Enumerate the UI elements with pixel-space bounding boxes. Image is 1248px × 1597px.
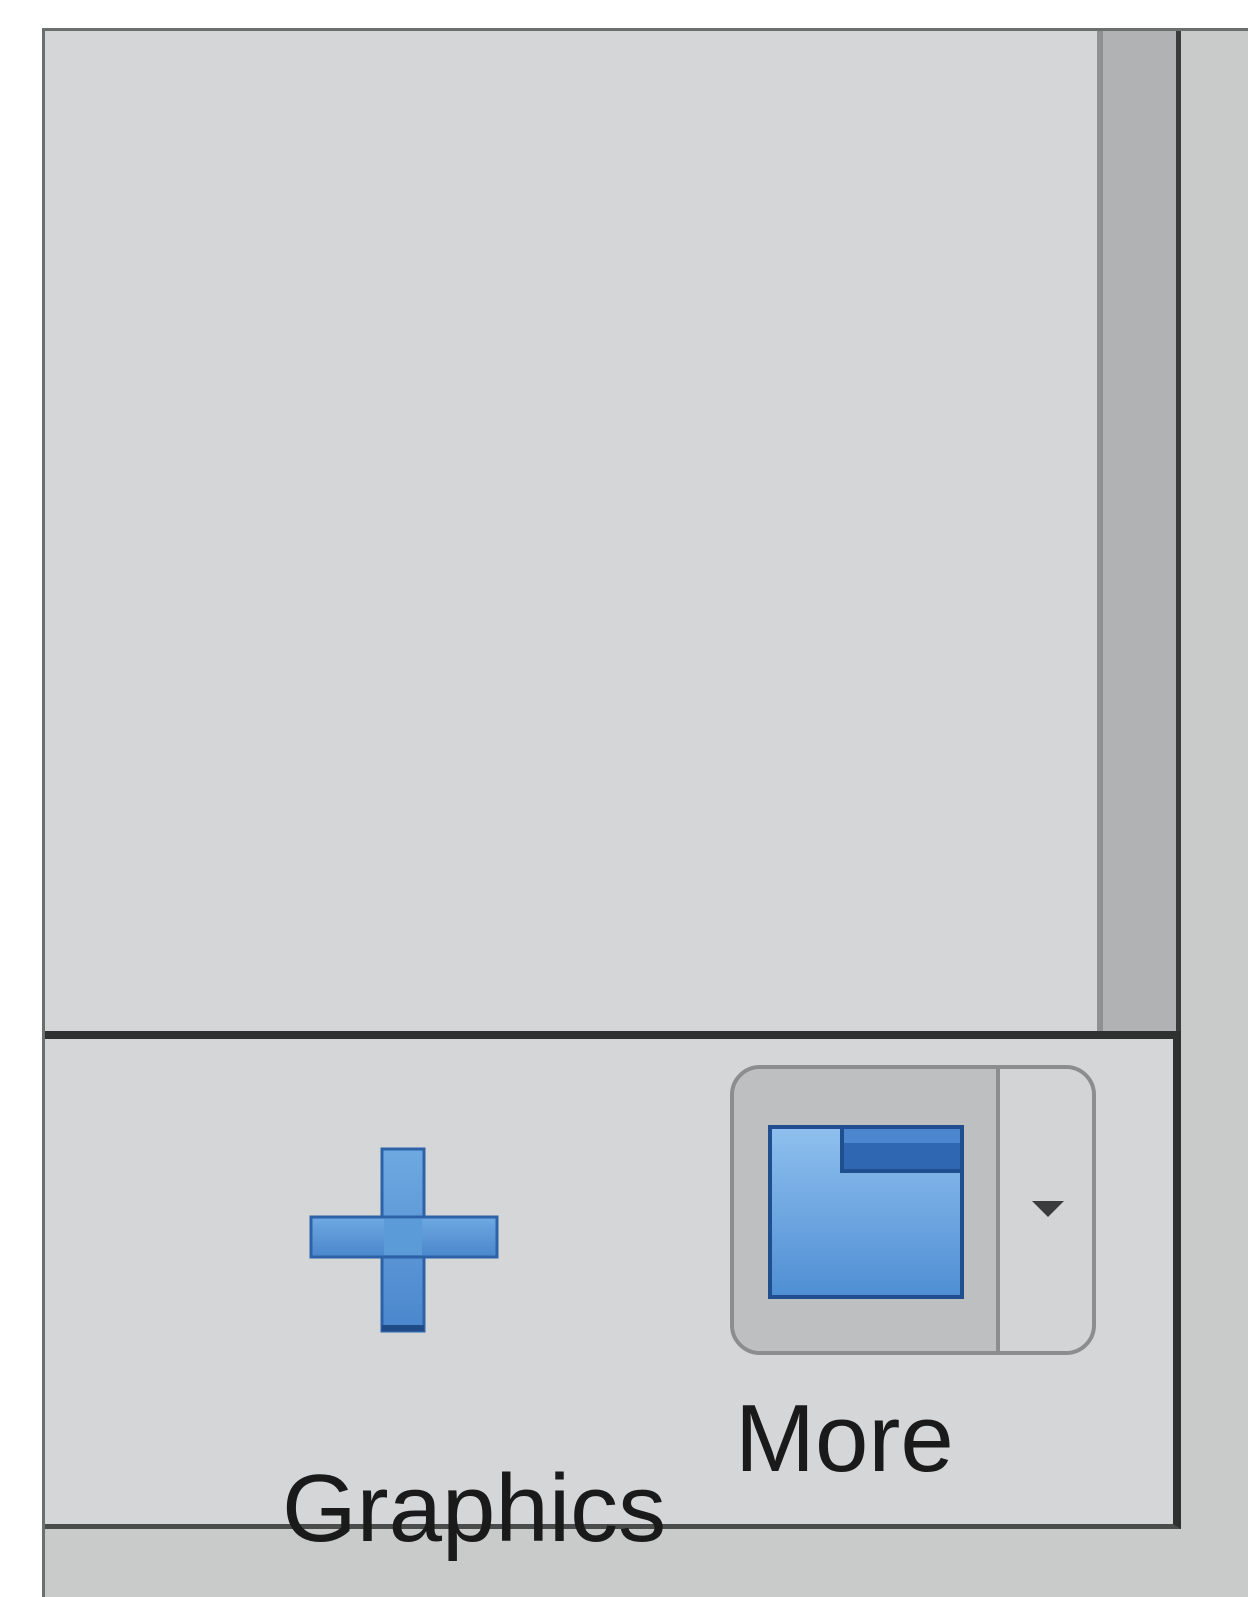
- content-pane: [45, 31, 1097, 1031]
- more-button[interactable]: [734, 1069, 996, 1351]
- chevron-down-icon: [1032, 1201, 1064, 1217]
- bottom-toolbar: Graphics More: [45, 1031, 1181, 1562]
- more-dropdown-button[interactable]: [1000, 1069, 1092, 1351]
- folder-icon: [768, 1125, 964, 1299]
- plus-icon: [309, 1147, 499, 1333]
- more-segmented-control[interactable]: [730, 1065, 1096, 1355]
- vertical-scrollbar[interactable]: [1097, 31, 1179, 1031]
- more-label: More: [735, 1385, 954, 1492]
- graphics-label: Graphics: [282, 1455, 667, 1562]
- pane-divider: [1176, 31, 1181, 1031]
- graphics-button[interactable]: Graphics: [165, 1109, 666, 1562]
